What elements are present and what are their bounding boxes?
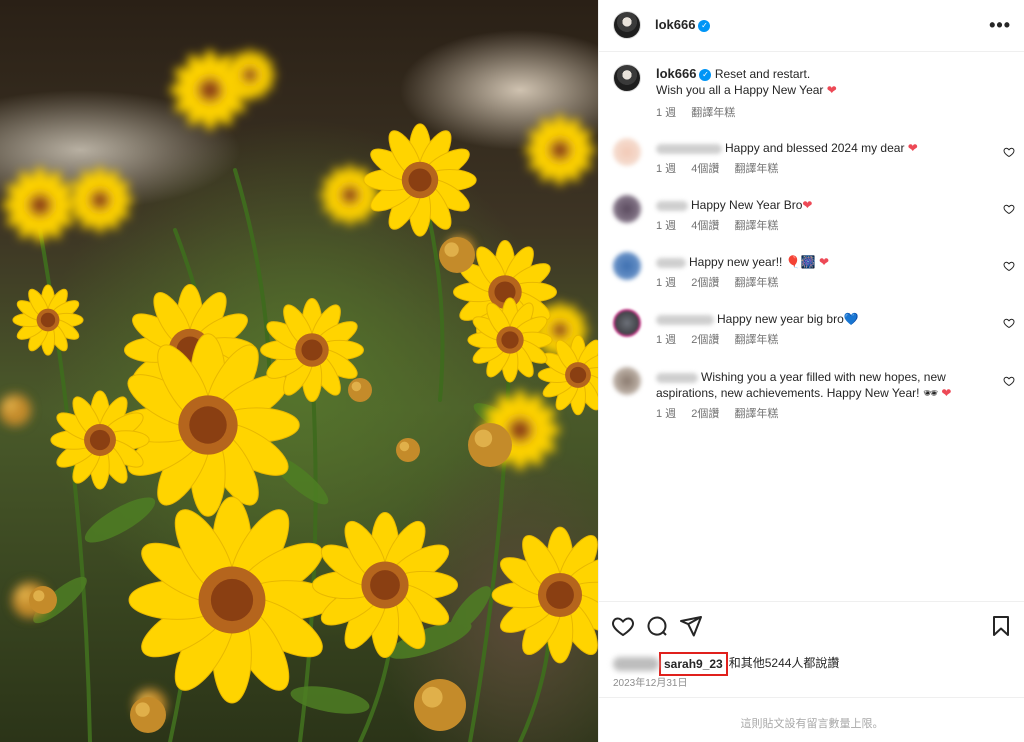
comment-time[interactable]: 1 週: [656, 277, 676, 289]
post-photo[interactable]: [0, 0, 598, 742]
highlighted-liker-username[interactable]: sarah9_23: [659, 652, 728, 676]
comment-time[interactable]: 1 週: [656, 334, 676, 346]
likes-count-text[interactable]: 和其他5244人都說讚: [729, 656, 840, 670]
like-icon[interactable]: [1003, 375, 1015, 387]
comment-likes[interactable]: 2個讚: [691, 408, 719, 420]
commenter-avatar[interactable]: [613, 367, 641, 395]
comment-body: Happy new year big bro: [717, 312, 844, 326]
comment-time[interactable]: 1 週: [656, 408, 676, 420]
comment-likes[interactable]: 2個讚: [691, 334, 719, 346]
caption-text: lok666 ✓ Reset and restart. Wish you all …: [656, 66, 966, 98]
like-icon[interactable]: [611, 614, 635, 638]
comment-text: Happy and blessed 2024 my dear ❤: [656, 140, 966, 156]
likes-summary: sarah9_23 和其他5244人都說讚: [613, 652, 839, 676]
comment-translate-link[interactable]: 翻譯年糕: [734, 408, 778, 420]
flower-illustration: [0, 48, 598, 742]
comment-time[interactable]: 1 週: [656, 163, 676, 175]
comment-text: Happy new year big bro💙: [656, 311, 966, 327]
comments-limited-notice: 這則貼文設有留言數量上限。: [599, 697, 1024, 742]
caption-translate-link[interactable]: 翻譯年糕: [691, 107, 735, 119]
post-date-text: 2023年12月31日: [613, 678, 688, 689]
author-avatar[interactable]: [613, 11, 641, 39]
comment-likes[interactable]: 2個讚: [691, 277, 719, 289]
commenter-avatar[interactable]: [613, 138, 641, 166]
comment-body: Happy new year!! 🎈🎆: [689, 255, 816, 269]
liker-avatars-blurred: [613, 657, 659, 671]
author-name[interactable]: lok666 ✓: [655, 17, 711, 32]
comment-translate-link[interactable]: 翻譯年糕: [734, 220, 778, 232]
verified-icon: ✓: [698, 20, 711, 32]
comment-body: Happy and blessed 2024 my dear: [725, 141, 905, 155]
comment-likes[interactable]: 4個讚: [691, 220, 719, 232]
comment-meta: 1 週 2個讚 翻譯年糕: [656, 274, 790, 290]
caption-line1: Reset and restart.: [714, 67, 811, 81]
comment-meta: 1 週 2個讚 翻譯年糕: [656, 405, 790, 421]
comment-emoji: ❤: [802, 198, 813, 212]
commenter-name-blurred[interactable]: [656, 200, 688, 211]
post-header: lok666 ✓ •••: [599, 0, 1024, 52]
post-side-panel: lok666 ✓ ••• lok666 ✓ Reset and restart. W…: [598, 0, 1024, 742]
commenter-name-blurred[interactable]: [656, 372, 698, 383]
comment-meta: 1 週 4個讚 翻譯年糕: [656, 217, 790, 233]
commenter-name-blurred[interactable]: [656, 143, 722, 154]
comment-emoji: 💙: [843, 312, 859, 326]
caption-time[interactable]: 1 週: [656, 107, 676, 119]
caption-meta: 1 週 翻譯年糕: [656, 104, 747, 120]
comment-translate-link[interactable]: 翻譯年糕: [734, 277, 778, 289]
comment-emoji: ❤: [907, 141, 918, 155]
bookmark-icon[interactable]: [989, 614, 1013, 638]
comment-time[interactable]: 1 週: [656, 220, 676, 232]
comment-meta: 1 週 2個讚 翻譯年糕: [656, 331, 790, 347]
post-date: 2023年12月31日: [613, 674, 688, 689]
footer-text: 這則貼文設有留言數量上限。: [740, 718, 884, 730]
like-icon[interactable]: [1003, 146, 1015, 158]
commenter-avatar[interactable]: [613, 252, 641, 280]
like-icon[interactable]: [1003, 317, 1015, 329]
comment-icon[interactable]: [645, 614, 669, 638]
share-icon[interactable]: [679, 614, 703, 638]
comment-emoji: ❤: [941, 386, 952, 400]
comment-meta: 1 週 4個讚 翻譯年糕: [656, 160, 790, 176]
comment-body: Wishing you a year filled with new hopes…: [656, 370, 946, 400]
like-icon[interactable]: [1003, 203, 1015, 215]
caption-line2: Wish you all a Happy New Year: [656, 83, 824, 97]
author-username[interactable]: lok666: [655, 17, 695, 32]
commenter-avatar[interactable]: [613, 195, 641, 223]
comment-text: Happy new year!! 🎈🎆 ❤: [656, 254, 966, 270]
commenter-name-blurred[interactable]: [656, 257, 686, 268]
commenter-avatar[interactable]: [613, 309, 641, 337]
comment-likes[interactable]: 4個讚: [691, 163, 719, 175]
comment-translate-link[interactable]: 翻譯年糕: [734, 334, 778, 346]
comment-body: Happy New Year Bro: [691, 198, 803, 212]
commenter-name-blurred[interactable]: [656, 314, 714, 325]
comment-emoji: ❤: [818, 255, 830, 269]
like-icon[interactable]: [1003, 260, 1015, 272]
caption-avatar[interactable]: [613, 64, 641, 92]
comment-text: Happy New Year Bro❤: [656, 197, 966, 213]
more-icon[interactable]: •••: [989, 15, 1011, 36]
verified-icon: ✓: [699, 69, 712, 81]
caption-username[interactable]: lok666: [656, 66, 696, 81]
caption-heart: ❤: [826, 83, 837, 97]
comment-translate-link[interactable]: 翻譯年糕: [734, 163, 778, 175]
comment-text: Wishing you a year filled with new hopes…: [656, 369, 966, 401]
